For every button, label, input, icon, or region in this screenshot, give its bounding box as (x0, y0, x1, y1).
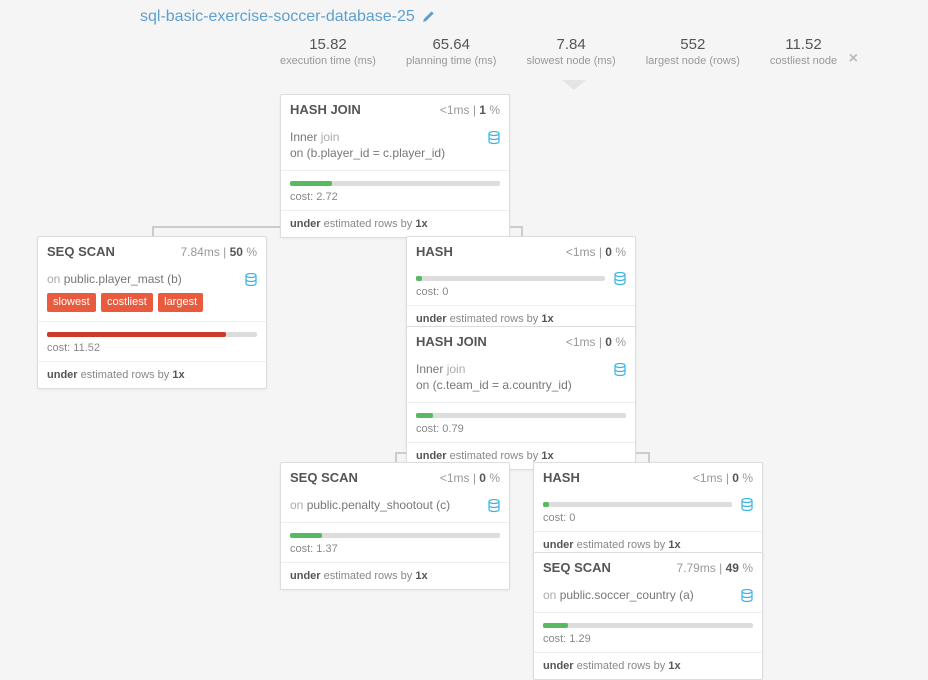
connector (152, 226, 154, 236)
badge-slowest: slowest (47, 293, 96, 312)
node-title: HASH JOIN (416, 334, 487, 349)
badge-costliest: costliest (101, 293, 153, 312)
stat-largest-node: 552 largest node (rows) (646, 36, 740, 67)
pencil-icon[interactable] (421, 10, 435, 24)
node-details: Inner join on (c.team_id = a.country_id) (407, 356, 635, 402)
node-details: Inner join on (b.player_id = c.player_id… (281, 124, 509, 170)
cost-bar (543, 502, 732, 507)
cost-bar (47, 332, 257, 337)
connector (648, 452, 650, 462)
node-details: on public.player_mast (b) slowest costli… (38, 266, 266, 321)
node-title: SEQ SCAN (47, 244, 115, 259)
node-timing: <1ms | 0 % (693, 471, 753, 485)
plan-node-seq-scan-soccer-country[interactable]: SEQ SCAN 7.79ms | 49 % on public.soccer_… (533, 552, 763, 680)
node-timing: 7.84ms | 50 % (180, 245, 257, 259)
database-icon[interactable] (614, 363, 626, 381)
database-icon[interactable] (488, 499, 500, 517)
chevron-down-icon (562, 80, 586, 90)
node-details: on public.soccer_country (a) (534, 582, 762, 612)
node-timing: 7.79ms | 49 % (676, 561, 753, 575)
plan-node-hash-join-1[interactable]: HASH JOIN <1ms | 1 % Inner join on (b.pl… (280, 94, 510, 238)
node-title: HASH (543, 470, 580, 485)
connector (521, 226, 523, 236)
plan-node-hash-1[interactable]: HASH <1ms | 0 % cost: 0 under estimated … (406, 236, 636, 333)
node-title: HASH (416, 244, 453, 259)
node-cost: cost: 1.37 (281, 523, 509, 562)
plan-node-hash-join-2[interactable]: HASH JOIN <1ms | 0 % Inner join on (c.te… (406, 326, 636, 470)
plan-node-seq-scan-penalty-shootout[interactable]: SEQ SCAN <1ms | 0 % on public.penalty_sh… (280, 462, 510, 590)
cost-bar (290, 533, 500, 538)
node-title: SEQ SCAN (290, 470, 358, 485)
stat-slowest-node: 7.84 slowest node (ms) (526, 36, 615, 67)
node-estimate: under estimated rows by 1x (281, 211, 509, 237)
stat-planning-time: 65.64 planning time (ms) (406, 36, 496, 67)
node-badges: slowest costliest largest (47, 293, 257, 312)
badge-largest: largest (158, 293, 203, 312)
node-cost: cost: 0 (407, 266, 635, 305)
connector (395, 452, 397, 462)
node-timing: <1ms | 0 % (566, 335, 626, 349)
node-timing: <1ms | 1 % (440, 103, 500, 117)
cost-bar (543, 623, 753, 628)
cost-bar (416, 413, 626, 418)
plan-node-hash-2[interactable]: HASH <1ms | 0 % cost: 0 under estimated … (533, 462, 763, 559)
cost-bar (290, 181, 500, 186)
close-icon[interactable]: × (849, 50, 858, 68)
node-cost: cost: 0.79 (407, 403, 635, 442)
node-title: HASH JOIN (290, 102, 361, 117)
node-estimate: under estimated rows by 1x (281, 563, 509, 589)
stat-execution-time: 15.82 execution time (ms) (280, 36, 376, 67)
node-estimate: under estimated rows by 1x (534, 653, 762, 679)
stats-row: 15.82 execution time (ms) 65.64 planning… (280, 36, 837, 67)
node-estimate: under estimated rows by 1x (38, 362, 266, 388)
database-icon[interactable] (614, 272, 626, 289)
database-icon[interactable] (245, 273, 257, 291)
node-timing: <1ms | 0 % (566, 245, 626, 259)
plan-node-seq-scan-player-mast[interactable]: SEQ SCAN 7.84ms | 50 % on public.player_… (37, 236, 267, 389)
node-cost: cost: 0 (534, 492, 762, 531)
cost-bar (416, 276, 605, 281)
node-cost: cost: 1.29 (534, 613, 762, 652)
node-details: on public.penalty_shootout (c) (281, 492, 509, 522)
stat-costliest-node: 11.52 costliest node (770, 36, 837, 67)
database-icon[interactable] (741, 589, 753, 607)
database-icon[interactable] (488, 131, 500, 149)
plan-title-text: sql-basic-exercise-soccer-database-25 (140, 8, 415, 26)
node-cost: cost: 2.72 (281, 171, 509, 210)
node-title: SEQ SCAN (543, 560, 611, 575)
database-icon[interactable] (741, 498, 753, 515)
node-cost: cost: 11.52 (38, 322, 266, 361)
node-timing: <1ms | 0 % (440, 471, 500, 485)
plan-title[interactable]: sql-basic-exercise-soccer-database-25 (140, 8, 435, 26)
